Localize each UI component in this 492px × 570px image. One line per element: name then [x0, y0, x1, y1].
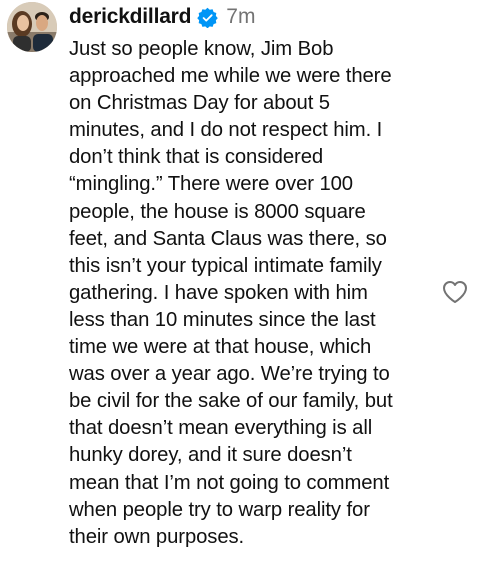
- avatar[interactable]: [7, 2, 57, 52]
- comment-line: when people try to warp reality for: [69, 498, 370, 521]
- comment-line: feet, and Santa Claus was there, so: [69, 227, 387, 250]
- comment-line: approached me while we were there: [69, 65, 392, 88]
- heart-outline-icon[interactable]: [442, 280, 468, 304]
- comment-line: that doesn’t mean everything is all: [69, 417, 373, 440]
- comment-line: be civil for the sake of our family, but: [69, 390, 393, 413]
- username[interactable]: derickdillard: [69, 5, 191, 29]
- comment-header: derickdillard 7m: [69, 0, 255, 34]
- comment-line: gathering. I have spoken with him: [69, 281, 368, 304]
- comment-line: mean that I’m not going to comment: [69, 471, 390, 494]
- comment-line: less than 10 minutes since the last: [69, 308, 376, 331]
- comment-line: people, the house is 8000 square: [69, 200, 366, 223]
- comment-text: Just so people know, Jim Bob approached …: [69, 36, 447, 551]
- verified-badge-icon: [197, 7, 219, 28]
- comment-line: was over a year ago. We’re trying to: [69, 363, 390, 386]
- comment-line: time we were at that house, which: [69, 336, 372, 359]
- comment-line: don’t think that is considered: [69, 146, 324, 169]
- comment-item: derickdillard 7m Just so people know, Ji…: [0, 0, 492, 570]
- comment-line: on Christmas Day for about 5: [69, 92, 330, 115]
- comment-line: hunky dorey, and it sure doesn’t: [69, 444, 352, 467]
- comment-timestamp: 7m: [226, 5, 256, 28]
- comment-line: Just so people know, Jim Bob: [69, 38, 334, 60]
- comment-line: “mingling.” There were over 100: [69, 173, 353, 196]
- comment-line: their own purposes.: [69, 525, 245, 548]
- comment-line: this isn’t your typical intimate family: [69, 254, 382, 277]
- comment-line: minutes, and I do not respect him. I: [69, 119, 383, 142]
